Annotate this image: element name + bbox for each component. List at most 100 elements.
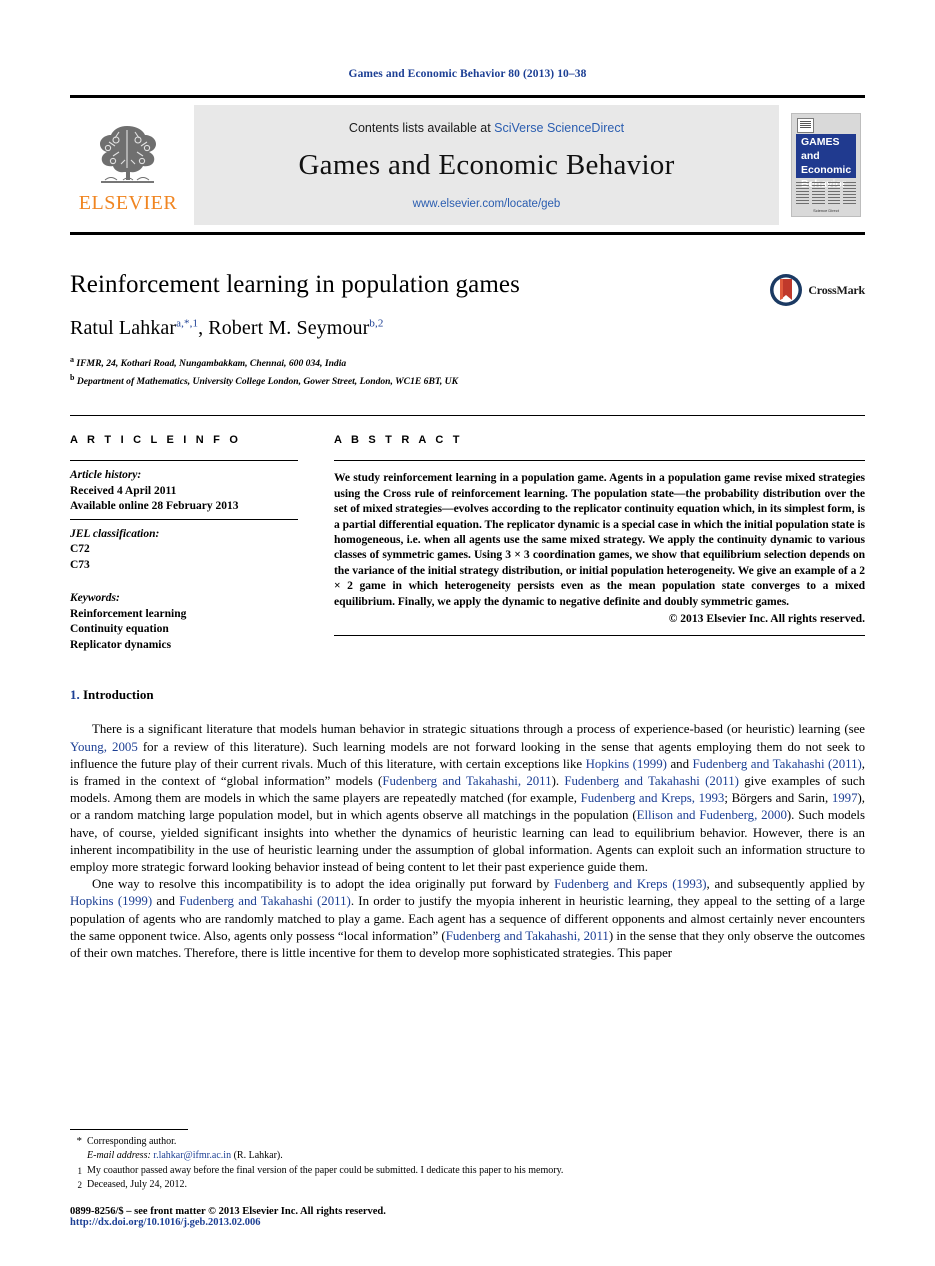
keyword-2: Replicator dynamics bbox=[70, 638, 172, 651]
running-head: Games and Economic Behavior 80 (2013) 10… bbox=[348, 68, 587, 80]
affiliation-a: a IFMR, 24, Kothari Road, Nungambakkam, … bbox=[70, 353, 865, 371]
email-address-label: E-mail address: bbox=[87, 1150, 151, 1162]
affiliation-a-text: IFMR, 24, Kothari Road, Nungambakkam, Ch… bbox=[76, 358, 347, 370]
footnote-1-text: My coauthor passed away before the final… bbox=[87, 1164, 564, 1176]
p1-run-8: ). bbox=[551, 773, 565, 788]
citation-fudenberg-takahashi-2011-b[interactable]: Fudenberg and Takahashi, 2011 bbox=[382, 774, 551, 788]
affiliation-b-mark: b bbox=[70, 373, 75, 383]
journal-cover-cell: GAMES and Economic Behavior Science Dire… bbox=[787, 98, 865, 232]
affiliation-b-text: Department of Mathematics, University Co… bbox=[76, 376, 458, 388]
cover-footer-text: Science Direct bbox=[813, 208, 839, 213]
article-info-column: A R T I C L E I N F O Article history: R… bbox=[70, 434, 298, 657]
footnote-star-mark: * bbox=[76, 1134, 83, 1147]
paragraph-1: There is a significant literature that m… bbox=[70, 721, 865, 876]
p2-run-0: One way to resolve this incompatibility … bbox=[92, 877, 555, 892]
abstract-heading: A B S T R A C T bbox=[334, 434, 463, 447]
sciencedirect-link[interactable]: SciVerse ScienceDirect bbox=[494, 121, 624, 135]
footnote-2-mark: 2 bbox=[77, 1180, 83, 1191]
abstract-column: A B S T R A C T We study reinforcement l… bbox=[334, 434, 865, 657]
keyword-0: Reinforcement learning bbox=[70, 607, 187, 620]
footnote-email-row: E-mail address: r.lahkar@ifmr.ac.in (R. … bbox=[87, 1149, 865, 1164]
footnote-star-text: Corresponding author. bbox=[87, 1135, 177, 1147]
elsevier-tree-icon bbox=[100, 125, 156, 183]
elsevier-logo: ELSEVIER bbox=[70, 98, 186, 232]
citation-fudenberg-kreps-1993[interactable]: Fudenberg and Kreps, 1993 bbox=[581, 791, 725, 805]
cover-title-band: GAMES and Economic Behavior bbox=[796, 134, 856, 190]
email-address-suffix: (R. Lahkar). bbox=[233, 1150, 283, 1162]
footnote-list: * Corresponding author. E-mail address: … bbox=[70, 1135, 865, 1193]
citation-young-2005[interactable]: Young, 2005 bbox=[70, 740, 138, 754]
affiliation-list: a IFMR, 24, Kothari Road, Nungambakkam, … bbox=[70, 353, 865, 389]
citation-fudenberg-kreps-1993-b[interactable]: Fudenberg and Kreps (1993) bbox=[554, 877, 706, 891]
journal-url-link[interactable]: www.elsevier.com/locate/geb bbox=[413, 198, 561, 210]
section-heading-introduction: 1. Introduction bbox=[70, 687, 865, 703]
article-history-online: Available online 28 February 2013 bbox=[70, 500, 239, 513]
citation-borgers-sarin-1997[interactable]: 1997 bbox=[832, 791, 858, 805]
p1-run-4: and bbox=[666, 756, 693, 771]
issn-copyright-line: 0899-8256/$ – see front matter © 2013 El… bbox=[70, 1206, 386, 1217]
affiliation-a-mark: a bbox=[70, 355, 74, 364]
article-history-group: Article history: Received 4 April 2011 A… bbox=[70, 461, 298, 519]
info-abstract-section: A R T I C L E I N F O Article history: R… bbox=[70, 415, 865, 657]
footnote-2: 2 Deceased, July 24, 2012. bbox=[70, 1178, 865, 1193]
cover-contents-columns bbox=[796, 182, 856, 204]
crossmark-label: CrossMark bbox=[808, 282, 865, 297]
keywords-group: Keywords: Reinforcement learning Continu… bbox=[70, 577, 298, 657]
p1-run-0: There is a significant literature that m… bbox=[92, 722, 865, 737]
keywords-label: Keywords: bbox=[70, 592, 120, 605]
jel-classification-group: JEL classification: C72 C73 bbox=[70, 520, 298, 578]
abstract-text: We study reinforcement learning in a pop… bbox=[334, 471, 865, 608]
email-address-link[interactable]: r.lahkar@ifmr.ac.in bbox=[153, 1150, 231, 1161]
abstract-rule-bottom bbox=[334, 635, 865, 637]
p1-run-12: ; Börgers and Sarin, bbox=[724, 791, 832, 806]
page-title: Reinforcement learning in population gam… bbox=[70, 271, 520, 298]
footnote-corresponding-author: * Corresponding author. E-mail address: … bbox=[70, 1135, 865, 1164]
author-list: Ratul Lahkara,*,1, Robert M. Seymourb,2 bbox=[70, 317, 384, 339]
paragraph-2: One way to resolve this incompatibility … bbox=[70, 876, 865, 962]
cover-band-line-1: GAMES and bbox=[801, 136, 840, 162]
p2-run-2: , and subsequently applied by bbox=[706, 877, 865, 892]
section-name: Introduction bbox=[83, 687, 154, 703]
author-name-2: Robert M. Seymour bbox=[208, 317, 370, 339]
crossmark-badge[interactable]: CrossMark bbox=[769, 273, 865, 307]
journal-banner: Contents lists available at SciVerse Sci… bbox=[194, 105, 779, 225]
footnote-area: * Corresponding author. E-mail address: … bbox=[70, 1128, 865, 1228]
article-history-received: Received 4 April 2011 bbox=[70, 484, 177, 497]
citation-fudenberg-takahashi-2011-e[interactable]: Fudenberg and Takahashi, 2011 bbox=[446, 929, 609, 943]
citation-hopkins-1999-b[interactable]: Hopkins (1999) bbox=[70, 894, 152, 908]
footnote-1-mark: 1 bbox=[77, 1165, 83, 1176]
footnote-1: 1 My coauthor passed away before the fin… bbox=[70, 1164, 865, 1179]
elsevier-wordmark: ELSEVIER bbox=[78, 191, 178, 214]
cover-band-line-2: Economic bbox=[801, 164, 852, 176]
article-info-heading: A R T I C L E I N F O bbox=[70, 434, 242, 447]
crossmark-icon bbox=[770, 274, 803, 306]
contents-available-line: Contents lists available at SciVerse Sci… bbox=[349, 121, 624, 135]
jel-code-0: C72 bbox=[70, 543, 90, 556]
footnote-rule bbox=[70, 1128, 188, 1130]
journal-cover-thumbnail[interactable]: GAMES and Economic Behavior Science Dire… bbox=[791, 113, 861, 217]
jel-code-1: C73 bbox=[70, 558, 90, 571]
section-number: 1. bbox=[70, 687, 80, 703]
p2-run-4: and bbox=[152, 894, 180, 909]
author-2-marks[interactable]: b,2 bbox=[369, 317, 383, 329]
affiliation-b: b Department of Mathematics, University … bbox=[70, 371, 865, 389]
abstract-copyright: © 2013 Elsevier Inc. All rights reserved… bbox=[668, 612, 865, 626]
citation-ellison-fudenberg-2000[interactable]: Ellison and Fudenberg, 2000 bbox=[637, 808, 787, 822]
keyword-1: Continuity equation bbox=[70, 623, 169, 636]
cover-publisher-icon bbox=[797, 118, 814, 133]
paper-page: Games and Economic Behavior 80 (2013) 10… bbox=[0, 0, 935, 1266]
citation-fudenberg-takahashi-2011-d[interactable]: Fudenberg and Takahashi (2011) bbox=[179, 894, 351, 908]
footnote-2-text: Deceased, July 24, 2012. bbox=[87, 1179, 187, 1191]
journal-title: Games and Economic Behavior bbox=[298, 148, 675, 181]
title-block: CrossMark Reinforcement learning in popu… bbox=[70, 271, 865, 389]
citation-fudenberg-takahashi-2011-c[interactable]: Fudenberg and Takahashi (2011) bbox=[564, 774, 739, 788]
contents-prefix: Contents lists available at bbox=[348, 120, 495, 135]
article-history-label: Article history: bbox=[70, 469, 142, 482]
citation-fudenberg-takahashi-2011[interactable]: Fudenberg and Takahashi (2011) bbox=[693, 757, 862, 771]
citation-hopkins-1999[interactable]: Hopkins (1999) bbox=[586, 757, 667, 771]
doi-link[interactable]: http://dx.doi.org/10.1016/j.geb.2013.02.… bbox=[70, 1217, 865, 1228]
author-1-marks[interactable]: a,*,1 bbox=[176, 317, 198, 329]
author-name-1: Ratul Lahkar bbox=[70, 317, 177, 339]
body-text: There is a significant literature that m… bbox=[70, 721, 865, 962]
jel-label: JEL classification: bbox=[70, 527, 160, 540]
